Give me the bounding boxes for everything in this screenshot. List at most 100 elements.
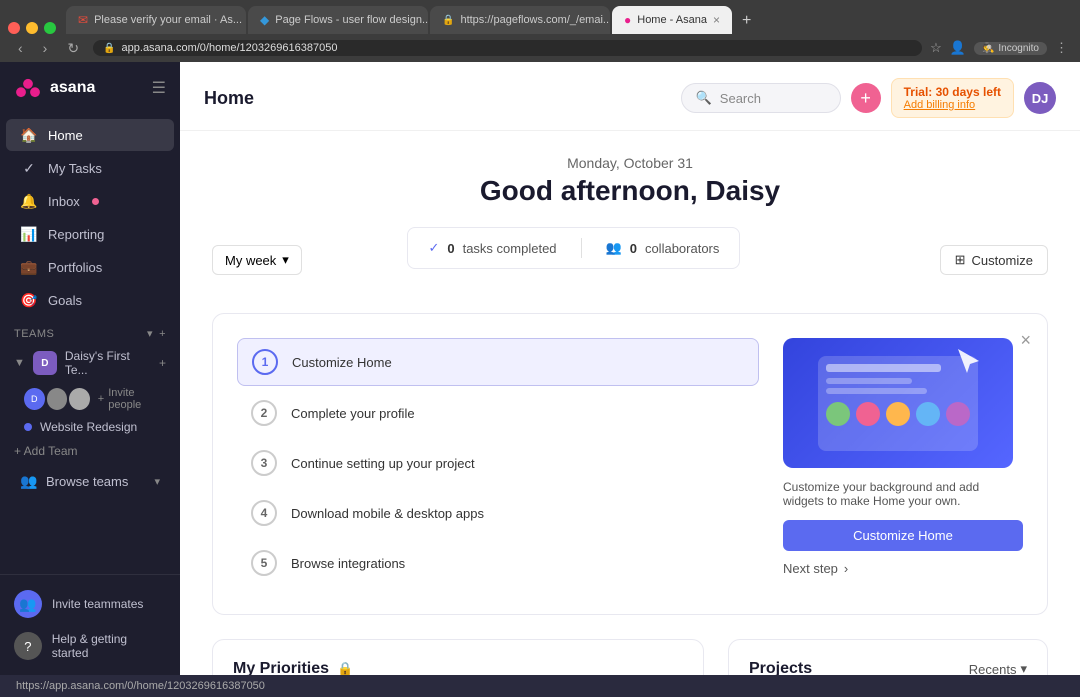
back-button[interactable]: ‹ bbox=[12, 38, 29, 58]
browser-tab-pageflows2[interactable]: 🔒 https://pageflows.com/_/emai... × bbox=[430, 6, 610, 34]
help-label: Help & getting started bbox=[52, 632, 166, 660]
member-avatar-3 bbox=[69, 388, 90, 410]
step-item-3[interactable]: 3 Continue setting up your project bbox=[237, 440, 759, 486]
help-button[interactable]: ? Help & getting started bbox=[0, 625, 180, 667]
step-label-5: Browse integrations bbox=[291, 556, 405, 571]
asana-logo[interactable]: asana bbox=[14, 74, 95, 102]
next-step-label: Next step bbox=[783, 561, 838, 576]
browse-teams-chevron: ▾ bbox=[154, 475, 160, 488]
close-traffic-light[interactable] bbox=[8, 22, 20, 34]
search-box[interactable]: 🔍 Search bbox=[681, 83, 841, 113]
sidebar-nav: 🏠 Home ✓ My Tasks 🔔 Inbox 📊 Reporting 💼 … bbox=[0, 114, 180, 574]
search-placeholder: Search bbox=[720, 91, 761, 106]
bookmark-button[interactable]: ☆ bbox=[930, 40, 942, 56]
sidebar-label-goals: Goals bbox=[48, 293, 82, 308]
stats-controls-bar: My week ▾ ✓ 0 tasks completed 👥 0 collab… bbox=[212, 227, 1048, 293]
sidebar-item-browse-teams[interactable]: 👥 Browse teams ▾ bbox=[6, 465, 174, 497]
page-title: Home bbox=[204, 88, 254, 109]
collapse-teams-icon[interactable]: ▾ bbox=[147, 327, 153, 340]
asana-wordmark: asana bbox=[50, 79, 95, 97]
sidebar-item-portfolios[interactable]: 💼 Portfolios bbox=[6, 251, 174, 283]
sidebar-item-goals[interactable]: 🎯 Goals bbox=[6, 284, 174, 316]
sidebar-label-portfolios: Portfolios bbox=[48, 260, 102, 275]
invite-teammates-label: Invite teammates bbox=[52, 597, 143, 611]
sidebar-item-inbox[interactable]: 🔔 Inbox bbox=[6, 185, 174, 217]
close-onboarding-button[interactable]: × bbox=[1020, 330, 1031, 351]
sidebar-item-reporting[interactable]: 📊 Reporting bbox=[6, 218, 174, 250]
onboarding-preview: Customize your background and add widget… bbox=[783, 338, 1023, 590]
add-team-button[interactable]: + Add Team bbox=[0, 438, 180, 464]
tab-label: Please verify your email · As... bbox=[94, 14, 242, 26]
sidebar-item-my-tasks[interactable]: ✓ My Tasks bbox=[6, 152, 174, 184]
sidebar-item-home[interactable]: 🏠 Home bbox=[6, 119, 174, 151]
forward-button[interactable]: › bbox=[37, 38, 54, 58]
browser-tab-pageflows[interactable]: ◆ Page Flows - user flow design... × bbox=[248, 6, 428, 34]
close-tab-icon[interactable]: × bbox=[713, 13, 720, 27]
preview-inner bbox=[783, 338, 1013, 468]
invite-people-link[interactable]: + Invite people bbox=[98, 387, 166, 411]
sidebar-label-my-tasks: My Tasks bbox=[48, 161, 102, 176]
add-button[interactable]: + bbox=[851, 83, 881, 113]
week-selector[interactable]: My week ▾ bbox=[212, 245, 302, 275]
step-num-4: 4 bbox=[251, 500, 277, 526]
main-header: Home 🔍 Search + Trial: 30 days left Add … bbox=[180, 62, 1080, 131]
browser-tabs: ✉ Please verify your email · As... × ◆ P… bbox=[0, 0, 1080, 34]
reload-button[interactable]: ↻ bbox=[61, 38, 85, 59]
customize-home-button[interactable]: Customize Home bbox=[783, 520, 1023, 551]
preview-mockup-container bbox=[818, 356, 978, 451]
sidebar-label-inbox: Inbox bbox=[48, 194, 80, 209]
step-item-4[interactable]: 4 Download mobile & desktop apps bbox=[237, 490, 759, 536]
header-actions: 🔍 Search + Trial: 30 days left Add billi… bbox=[681, 78, 1056, 118]
project-item-website[interactable]: Website Redesign bbox=[0, 416, 180, 438]
projects-title: Projects bbox=[749, 660, 812, 675]
menu-button[interactable]: ⋮ bbox=[1055, 40, 1068, 56]
add-team-icon[interactable]: + bbox=[159, 328, 166, 340]
step-item-2[interactable]: 2 Complete your profile bbox=[237, 390, 759, 436]
greeting-title: Good afternoon, Daisy bbox=[212, 175, 1048, 207]
add-billing-link[interactable]: Add billing info bbox=[904, 99, 1001, 111]
fullscreen-traffic-light[interactable] bbox=[44, 22, 56, 34]
browser-tab-email[interactable]: ✉ Please verify your email · As... × bbox=[66, 6, 246, 34]
mockup-avatar-1 bbox=[826, 402, 850, 426]
address-bar[interactable]: 🔒 app.asana.com/0/home/1203269616387050 bbox=[93, 40, 922, 56]
sidebar-toggle-button[interactable]: ☰ bbox=[152, 78, 166, 98]
search-icon: 🔍 bbox=[696, 90, 712, 106]
projects-section: Projects Recents ▾ + Create Project bbox=[728, 639, 1048, 675]
incognito-badge: 🕵 Incognito bbox=[974, 42, 1047, 55]
step-item-1[interactable]: 1 Customize Home bbox=[237, 338, 759, 386]
mockup-avatars bbox=[826, 402, 970, 426]
week-label: My week bbox=[225, 253, 276, 268]
lock-favicon: 🔒 bbox=[442, 15, 454, 26]
minimize-traffic-light[interactable] bbox=[26, 22, 38, 34]
sidebar-label-reporting: Reporting bbox=[48, 227, 104, 242]
new-tab-button[interactable]: + bbox=[734, 8, 759, 34]
priorities-title: My Priorities 🔒 bbox=[233, 660, 353, 675]
user-avatar[interactable]: DJ bbox=[1024, 82, 1056, 114]
customize-button[interactable]: ⊞ Customize bbox=[940, 245, 1048, 275]
step-label-3: Continue setting up your project bbox=[291, 456, 475, 471]
step-item-5[interactable]: 5 Browse integrations bbox=[237, 540, 759, 586]
next-step-link[interactable]: Next step › bbox=[783, 561, 1023, 576]
pageflows-favicon: ◆ bbox=[260, 13, 269, 27]
greeting-date: Monday, October 31 bbox=[212, 155, 1048, 171]
step-num-3: 3 bbox=[251, 450, 277, 476]
mockup-line-1 bbox=[826, 364, 941, 372]
project-name: Website Redesign bbox=[40, 420, 137, 434]
member-avatar-1: D bbox=[24, 388, 45, 410]
teams-section: Teams ▾ + bbox=[0, 317, 180, 344]
profile-button[interactable]: 👤 bbox=[950, 40, 966, 56]
collaborators-stat: 👥 0 collaborators bbox=[606, 240, 720, 256]
tasks-completed-stat: ✓ 0 tasks completed bbox=[428, 240, 556, 256]
tasks-icon: ✓ bbox=[20, 159, 38, 177]
invite-teammates-button[interactable]: 👥 Invite teammates bbox=[0, 583, 180, 625]
teams-section-header[interactable]: Teams ▾ + bbox=[14, 327, 166, 340]
mockup-avatar-5 bbox=[946, 402, 970, 426]
team-expand-icon: ▼ bbox=[14, 357, 25, 369]
team-avatar: D bbox=[33, 351, 57, 375]
browser-chrome: ✉ Please verify your email · As... × ◆ P… bbox=[0, 0, 1080, 62]
recents-selector[interactable]: Recents ▾ bbox=[969, 661, 1027, 675]
add-member-icon[interactable]: + bbox=[159, 356, 166, 370]
team-item-daisy[interactable]: ▼ D Daisy's First Te... + bbox=[0, 344, 180, 382]
traffic-lights bbox=[8, 22, 56, 34]
browser-tab-asana[interactable]: ● Home - Asana × bbox=[612, 6, 732, 34]
